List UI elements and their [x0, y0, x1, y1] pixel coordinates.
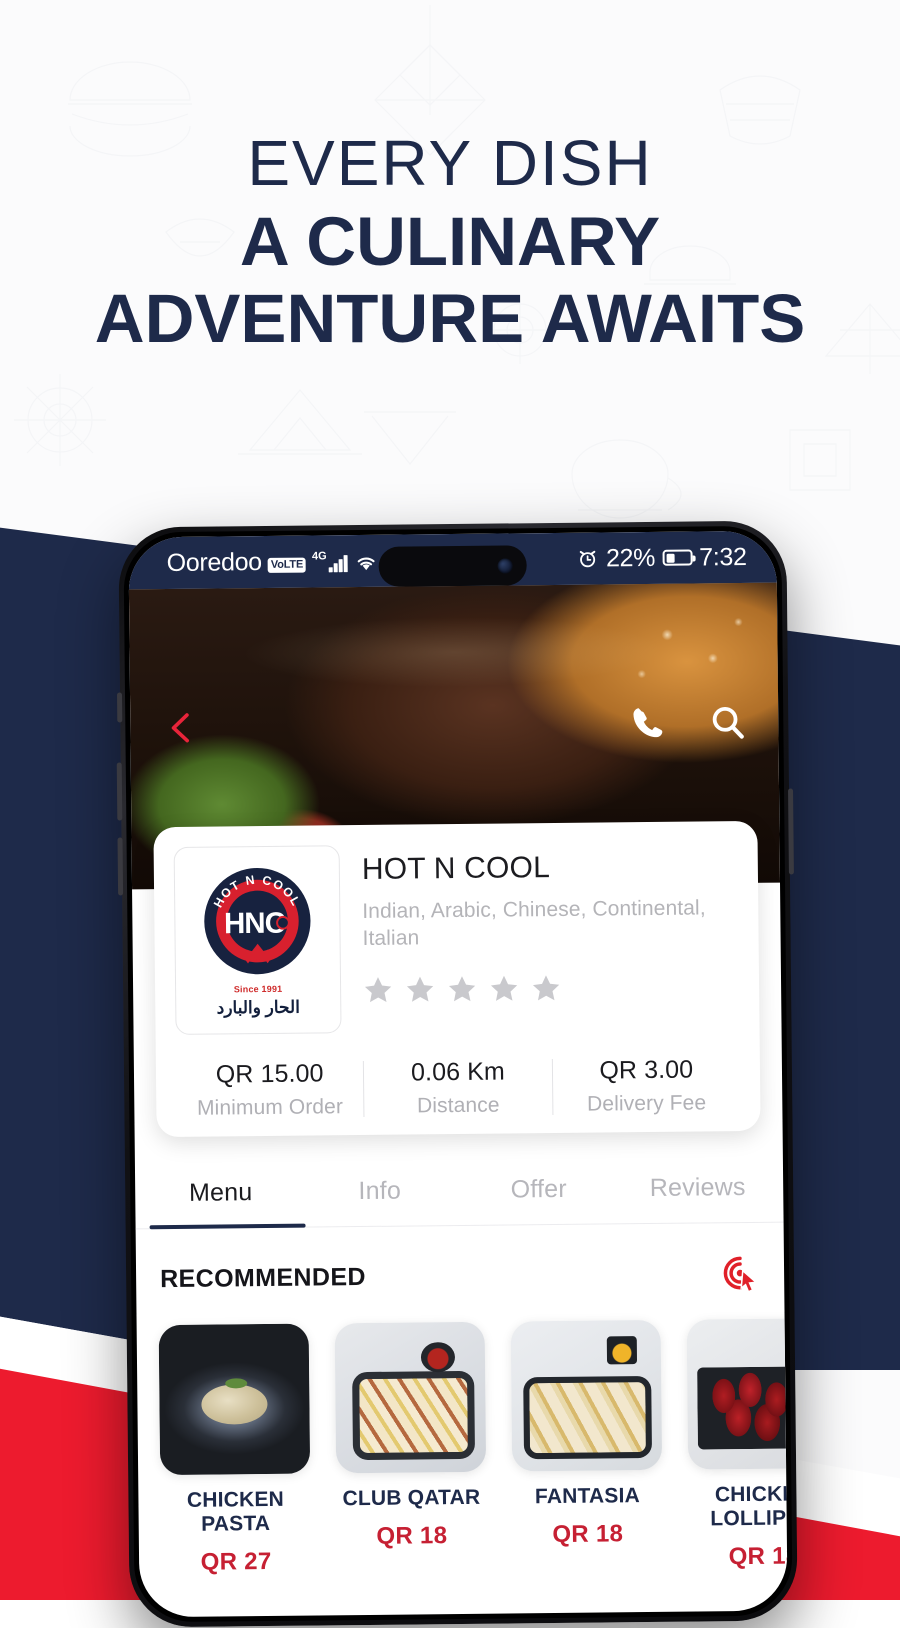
star-icon[interactable]	[531, 973, 561, 1003]
recommended-items-list[interactable]: CHICKEN PASTA QR 27 CLUB QATAR QR 18 FAN…	[136, 1293, 788, 1578]
cover-toolbar	[130, 703, 778, 748]
network-type-label: 4G	[311, 549, 327, 563]
volte-badge: VoLTE	[267, 557, 307, 573]
food-name: FANTASIA	[534, 1484, 641, 1509]
chicken-lollipop-photo[interactable]	[686, 1318, 788, 1470]
headline-line-2: A CULINARY	[239, 203, 661, 281]
battery-percent-label: 22%	[605, 543, 656, 572]
stat-value: QR 15.00	[215, 1059, 324, 1089]
recommended-title: RECOMMENDED	[159, 1262, 367, 1293]
star-icon[interactable]	[489, 973, 519, 1003]
food-name: CLUB QATAR	[342, 1485, 481, 1511]
phone-bezel: Ooredoo VoLTE 4G 22% 7:32 HOT N COOL HNC…	[123, 525, 793, 1623]
logo-arabic-label: الحار والبارد	[216, 997, 300, 1018]
food-price: QR 18	[552, 1520, 624, 1549]
restaurant-info-card: HOT N COOL HNC Since 1991 الحار والبارد …	[153, 820, 761, 1138]
back-chevron-icon[interactable]	[164, 711, 198, 745]
headline-line-1: EVERY DISH	[247, 127, 653, 199]
battery-icon	[662, 549, 693, 566]
stat-label: Distance	[416, 1093, 500, 1118]
signal-bars-icon	[328, 554, 348, 572]
restaurant-stats: QR 15.00 Minimum Order 0.06 Km Distance …	[176, 1055, 741, 1127]
food-name: CHICKEN LOLLIPOP	[710, 1482, 788, 1531]
phone-mockup: Ooredoo VoLTE 4G 22% 7:32 HOT N COOL HNC…	[116, 520, 798, 1628]
star-icon[interactable]	[363, 974, 393, 1004]
phone-screen: Ooredoo VoLTE 4G 22% 7:32 HOT N COOL HNC…	[128, 530, 788, 1618]
power-button[interactable]	[788, 788, 794, 875]
star-icon[interactable]	[447, 974, 477, 1004]
phone-icon[interactable]	[628, 704, 666, 742]
hnc-logo-badge: HOT N COOL HNC	[198, 861, 317, 980]
clock-label: 7:32	[698, 542, 747, 571]
food-price: QR 27	[200, 1548, 272, 1577]
food-card[interactable]: CHICKEN PASTA QR 27	[158, 1323, 312, 1578]
food-name: CHICKEN PASTA	[186, 1487, 285, 1536]
stat-distance: 0.06 Km Distance	[364, 1057, 552, 1119]
phone-frame: Ooredoo VoLTE 4G 22% 7:32 HOT N COOL HNC…	[116, 520, 798, 1628]
carrier-label: Ooredoo	[166, 547, 262, 577]
dynamic-island	[378, 545, 527, 587]
tab-menu[interactable]: Menu	[141, 1164, 301, 1229]
promo-headline: EVERY DISH A CULINARY ADVENTURE AWAITS	[0, 127, 900, 357]
restaurant-cuisines: Indian, Arabic, Chinese, Continental, It…	[362, 896, 706, 950]
stat-minimum-order: QR 15.00 Minimum Order	[176, 1059, 364, 1121]
alarm-icon	[580, 550, 596, 568]
stat-value: QR 3.00	[599, 1055, 694, 1085]
food-card[interactable]: CLUB QATAR QR 18	[334, 1321, 488, 1576]
tap-target-icon[interactable]	[720, 1253, 760, 1293]
headline-line-3: ADVENTURE AWAITS	[94, 279, 806, 357]
food-card[interactable]: FANTASIA QR 18	[510, 1319, 664, 1574]
stat-value: 0.06 Km	[410, 1057, 506, 1087]
stat-label: Delivery Fee	[586, 1091, 707, 1116]
search-icon[interactable]	[708, 703, 746, 741]
volume-up-button[interactable]	[116, 762, 123, 821]
fantasia-photo[interactable]	[510, 1319, 663, 1472]
rating-stars[interactable]	[363, 971, 739, 1005]
volume-down-button[interactable]	[117, 837, 124, 896]
mute-switch[interactable]	[116, 692, 123, 723]
front-camera-icon	[497, 557, 513, 574]
restaurant-tabs: Menu Info Offer Reviews	[134, 1158, 784, 1230]
star-icon[interactable]	[405, 974, 435, 1004]
tab-info[interactable]: Info	[300, 1162, 460, 1227]
tab-reviews[interactable]: Reviews	[618, 1159, 778, 1224]
club-qatar-photo[interactable]	[334, 1321, 487, 1474]
logo-since-label: Since 1991	[233, 983, 283, 995]
stat-delivery-fee: QR 3.00 Delivery Fee	[552, 1055, 740, 1117]
food-price: QR 18	[728, 1542, 788, 1571]
chicken-pasta-photo[interactable]	[158, 1323, 311, 1476]
food-card[interactable]: CHICKEN LOLLIPOP QR 18	[686, 1318, 788, 1572]
recommended-header: RECOMMENDED	[136, 1223, 785, 1300]
stat-label: Minimum Order	[196, 1095, 344, 1120]
restaurant-name: HOT N COOL	[361, 851, 551, 886]
restaurant-logo: HOT N COOL HNC Since 1991 الحار والبارد	[173, 845, 342, 1035]
food-price: QR 18	[376, 1522, 448, 1551]
tab-offer[interactable]: Offer	[459, 1160, 619, 1225]
wifi-icon	[357, 557, 375, 570]
